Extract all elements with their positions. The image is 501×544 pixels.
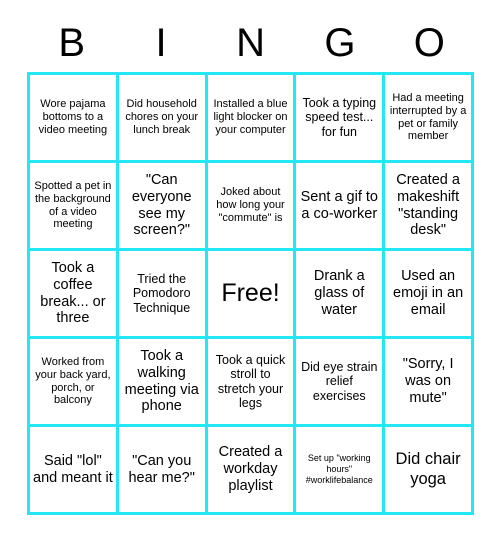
bingo-header-letter-i: I: [155, 21, 167, 65]
bingo-cell-free[interactable]: Free!: [207, 251, 297, 339]
bingo-cell-r2-c4[interactable]: Sent a gif to a co-worker: [296, 163, 386, 251]
bingo-cell-r1-c2[interactable]: Did household chores on your lunch break: [118, 75, 208, 163]
bingo-cell-label: Took a coffee break... or three: [40, 259, 106, 327]
bingo-cell-r5-c5[interactable]: Did chair yoga: [385, 427, 474, 515]
bingo-cell-label: Created a makeshift "standing desk": [396, 171, 460, 239]
bingo-cell-label: Wore pajama bottoms to a video meeting: [38, 98, 108, 136]
bingo-cell-r5-c4[interactable]: Set up "working hours" #worklifebalance: [296, 427, 386, 515]
bingo-cell-r4-c4[interactable]: Did eye strain relief exercises: [296, 339, 386, 427]
bingo-cell-label: Tried the Pomodoro Technique: [132, 271, 191, 315]
bingo-cell-label: Free!: [221, 279, 280, 308]
bingo-cell-label: Created a workday playlist: [218, 444, 283, 494]
bingo-cell-r1-c4[interactable]: Took a typing speed test... for fun: [296, 75, 386, 163]
bingo-cell-label: "Sorry, I was on mute": [402, 356, 454, 406]
bingo-cell-label: Took a typing speed test... for fun: [302, 95, 377, 139]
bingo-cell-r4-c2[interactable]: Took a walking meeting via phone: [118, 339, 208, 427]
bingo-cell-label: Did chair yoga: [395, 450, 461, 488]
bingo-cell-label: Used an emoji in an email: [393, 268, 464, 318]
bingo-cell-label: Did household chores on your lunch break: [125, 98, 199, 136]
bingo-card: B I N G O Wore pajama bottoms to a video mee…: [0, 0, 501, 544]
bingo-grid: Wore pajama bottoms to a video meeting Di…: [27, 72, 474, 515]
bingo-cell-label: "Can everyone see my screen?": [131, 171, 192, 239]
bingo-header-letter-o: O: [413, 21, 445, 65]
bingo-cell-r2-c3[interactable]: Joked about how long your "commute" is: [207, 163, 297, 251]
bingo-cell-label: Said "lol" and meant it: [33, 452, 113, 486]
bingo-cell-r3-c1[interactable]: Took a coffee break... or three: [30, 251, 119, 339]
bingo-cell-r1-c5[interactable]: Had a meeting interrupted by a pet or fa…: [385, 75, 474, 163]
bingo-cell-r1-c1[interactable]: Wore pajama bottoms to a video meeting: [30, 75, 119, 163]
bingo-cell-r5-c1[interactable]: Said "lol" and meant it: [30, 427, 119, 515]
bingo-header-letter-b: B: [58, 21, 86, 65]
bingo-cell-label: Joked about how long your "commute" is: [216, 186, 285, 224]
bingo-cell-r4-c3[interactable]: Took a quick stroll to stretch your legs: [207, 339, 297, 427]
bingo-cell-label: Did eye strain relief exercises: [301, 359, 378, 403]
bingo-cell-r5-c2[interactable]: "Can you hear me?": [118, 427, 208, 515]
bingo-cell-r5-c3[interactable]: Created a workday playlist: [207, 427, 297, 515]
bingo-cell-r3-c4[interactable]: Drank a glass of water: [296, 251, 386, 339]
bingo-header: BINGO: [27, 16, 474, 70]
bingo-cell-label: Had a meeting interrupted by a pet or fa…: [389, 92, 467, 143]
bingo-cell-r4-c5[interactable]: "Sorry, I was on mute": [385, 339, 474, 427]
bingo-cell-r4-c1[interactable]: Worked from your back yard, porch, or ba…: [30, 339, 119, 427]
bingo-cell-r2-c1[interactable]: Spotted a pet in the background of a vid…: [30, 163, 119, 251]
bingo-header-letter-n: N: [236, 21, 265, 65]
bingo-header-letter-g: G: [324, 21, 356, 65]
bingo-cell-label: "Can you hear me?": [128, 452, 195, 486]
bingo-cell-label: Took a quick stroll to stretch your legs: [215, 352, 286, 411]
bingo-cell-label: Drank a glass of water: [313, 268, 365, 318]
bingo-cell-r2-c2[interactable]: "Can everyone see my screen?": [118, 163, 208, 251]
bingo-cell-r3-c2[interactable]: Tried the Pomodoro Technique: [118, 251, 208, 339]
bingo-cell-label: Installed a blue light blocker on your c…: [213, 98, 288, 136]
bingo-cell-label: Worked from your back yard, porch, or ba…: [35, 356, 111, 407]
bingo-cell-label: Took a walking meeting via phone: [124, 347, 199, 415]
bingo-cell-label: Spotted a pet in the background of a vid…: [34, 180, 112, 231]
bingo-cell-r1-c3[interactable]: Installed a blue light blocker on your c…: [207, 75, 297, 163]
bingo-cell-r2-c5[interactable]: Created a makeshift "standing desk": [385, 163, 474, 251]
bingo-cell-label: Sent a gif to a co-worker: [300, 188, 378, 222]
bingo-cell-r3-c5[interactable]: Used an emoji in an email: [385, 251, 474, 339]
bingo-cell-label: Set up "working hours" #worklifebalance: [305, 453, 373, 485]
